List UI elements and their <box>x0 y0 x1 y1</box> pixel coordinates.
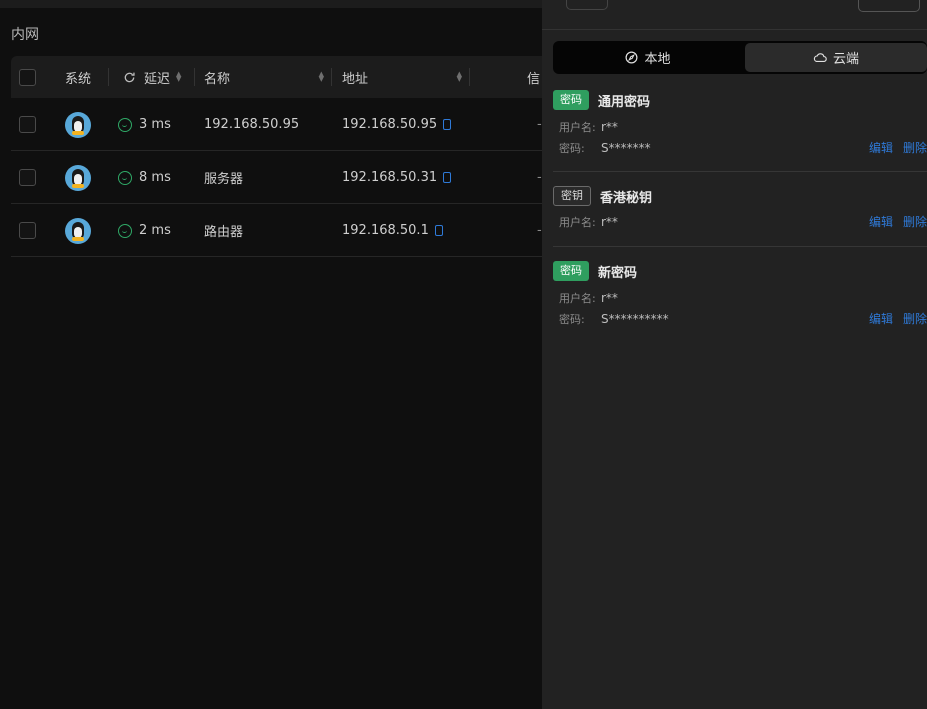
linux-penguin-icon <box>65 217 91 244</box>
credential-title: 新密码 <box>598 265 638 281</box>
username-label: 用户名: <box>559 215 596 229</box>
username-label: 用户名: <box>559 291 596 305</box>
status-ok-icon <box>118 223 132 238</box>
table-row[interactable]: 3 ms 192.168.50.95 192.168.50.95 - <box>11 98 542 151</box>
linux-penguin-icon <box>65 111 91 138</box>
host-table: 系统 延迟 ▲ ▼ 名称 ▲ ▼ 地址 ▲ ▼ 信 3 ms 192.168.5… <box>11 56 542 257</box>
latency-value: 2 ms <box>139 223 171 238</box>
delete-link[interactable]: 删除 <box>903 139 927 156</box>
tab-cloud[interactable]: 云端 <box>745 43 927 72</box>
compass-icon <box>625 51 638 64</box>
top-bar <box>0 0 542 8</box>
edit-link[interactable]: 编辑 <box>869 310 893 327</box>
cloud-icon <box>813 53 827 63</box>
divider <box>553 171 927 172</box>
key-tag: 密钥 <box>553 186 591 206</box>
copy-icon[interactable] <box>443 119 452 130</box>
sort-icon[interactable]: ▲ ▼ <box>176 71 181 83</box>
password-tag: 密码 <box>553 90 589 110</box>
host-name: 192.168.50.95 <box>204 117 300 132</box>
info-value: - <box>537 223 542 238</box>
column-divider <box>469 68 470 86</box>
credential-item[interactable]: 密钥 香港秘钥 用户名: r** 编辑 删除 <box>553 186 927 232</box>
column-name[interactable]: 名称 ▲ ▼ <box>204 56 332 98</box>
host-name: 路由器 <box>204 225 244 240</box>
sort-icon[interactable]: ▲ ▼ <box>319 71 324 83</box>
column-latency[interactable]: 延迟 ▲ ▼ <box>123 56 195 98</box>
divider <box>553 246 927 247</box>
tab-local[interactable]: 本地 <box>553 41 743 74</box>
column-address[interactable]: 地址 ▲ ▼ <box>342 56 470 98</box>
credential-title: 通用密码 <box>598 94 651 110</box>
edit-link[interactable]: 编辑 <box>869 213 893 230</box>
column-info[interactable]: 信 <box>527 56 540 98</box>
back-button[interactable] <box>566 0 608 10</box>
table-header: 系统 延迟 ▲ ▼ 名称 ▲ ▼ 地址 ▲ ▼ 信 <box>11 56 542 98</box>
select-all-checkbox[interactable] <box>19 68 36 86</box>
section-title: 内网 <box>11 27 39 43</box>
latency-value: 3 ms <box>139 117 171 132</box>
column-system-label: 系统 <box>65 71 92 87</box>
password-tag: 密码 <box>553 261 589 281</box>
column-address-label: 地址 <box>342 71 369 87</box>
password-label: 密码: <box>559 141 585 155</box>
host-list-panel: 内网 系统 延迟 ▲ ▼ 名称 ▲ ▼ 地址 ▲ ▼ 信 3 ms 192.16… <box>0 8 542 709</box>
sort-icon[interactable]: ▲ ▼ <box>457 71 462 83</box>
row-checkbox[interactable] <box>19 169 36 186</box>
latency-value: 8 ms <box>139 170 171 185</box>
tab-cloud-label: 云端 <box>832 52 859 67</box>
tab-local-label: 本地 <box>644 52 671 67</box>
drawer-header <box>542 0 927 30</box>
username-value: r** <box>601 214 618 229</box>
username-value: r** <box>601 119 618 134</box>
delete-link[interactable]: 删除 <box>903 213 927 230</box>
copy-icon[interactable] <box>443 172 452 183</box>
host-address: 192.168.50.95 <box>342 117 438 132</box>
column-system[interactable]: 系统 <box>65 56 109 98</box>
host-address: 192.168.50.1 <box>342 223 429 238</box>
host-address: 192.168.50.31 <box>342 170 438 185</box>
refresh-icon[interactable] <box>123 71 136 84</box>
column-divider <box>194 68 195 86</box>
storage-tabs: 本地 云端 <box>553 41 927 74</box>
password-value: S******* <box>601 140 651 155</box>
password-value: S********** <box>601 311 669 326</box>
info-value: - <box>537 170 542 185</box>
column-name-label: 名称 <box>204 71 231 87</box>
edit-link[interactable]: 编辑 <box>869 139 893 156</box>
column-divider <box>331 68 332 86</box>
select-all-cell <box>19 56 36 98</box>
status-ok-icon <box>118 170 132 185</box>
status-ok-icon <box>118 117 132 132</box>
column-divider <box>108 68 109 86</box>
row-checkbox[interactable] <box>19 116 36 133</box>
info-value: - <box>537 117 542 132</box>
copy-icon[interactable] <box>434 225 443 236</box>
credential-item[interactable]: 密码 新密码 用户名: r** 密码: S********** 编辑 删除 <box>553 261 927 329</box>
username-label: 用户名: <box>559 120 596 134</box>
credential-item[interactable]: 密码 通用密码 用户名: r** 密码: S******* 编辑 删除 <box>553 90 927 158</box>
table-row[interactable]: 8 ms 服务器 192.168.50.31 - <box>11 151 542 204</box>
credential-title: 香港秘钥 <box>600 190 653 206</box>
row-checkbox[interactable] <box>19 222 36 239</box>
username-value: r** <box>601 290 618 305</box>
password-label: 密码: <box>559 312 585 326</box>
credentials-drawer: 本地 云端 密码 通用密码 用户名: r** 密码: S******* 编辑 删… <box>542 0 927 709</box>
delete-link[interactable]: 删除 <box>903 310 927 327</box>
host-name: 服务器 <box>204 172 244 187</box>
column-latency-label: 延迟 <box>144 71 171 87</box>
new-button[interactable] <box>858 0 920 12</box>
linux-penguin-icon <box>65 164 91 191</box>
table-row[interactable]: 2 ms 路由器 192.168.50.1 - <box>11 204 542 257</box>
column-info-label: 信 <box>527 71 541 87</box>
